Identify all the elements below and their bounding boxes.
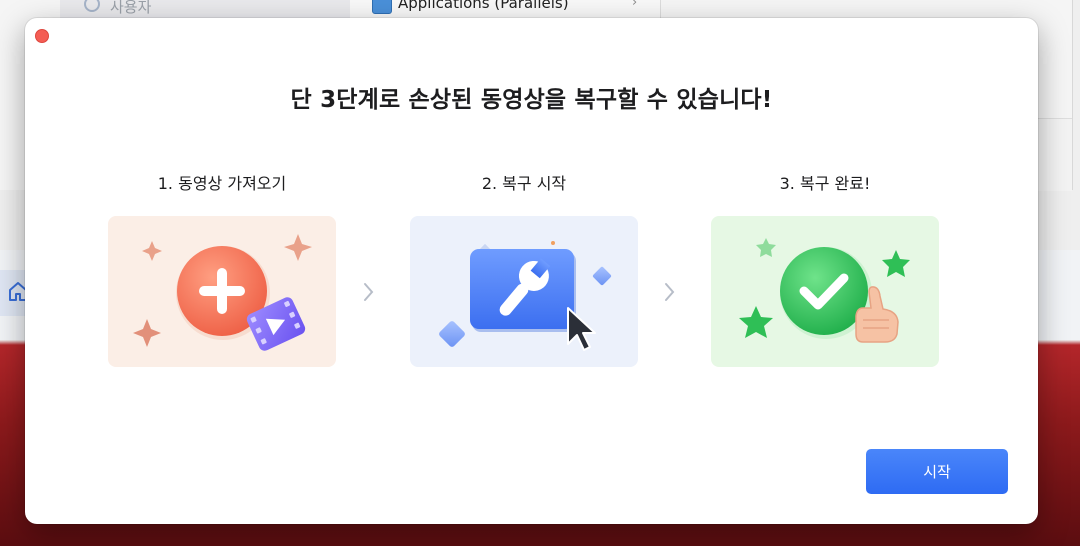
chevron-right-icon xyxy=(665,283,675,301)
close-button[interactable] xyxy=(35,29,49,43)
start-button[interactable]: 시작 xyxy=(866,449,1008,494)
step-card-complete xyxy=(711,216,939,367)
check-thumbs-up-icon xyxy=(739,238,910,343)
step-label-complete: 3. 복구 완료! xyxy=(779,174,871,193)
add-video-icon xyxy=(133,234,312,351)
repair-wrench-icon xyxy=(439,241,612,351)
dialog-title: 단 3단계로 손상된 동영상을 복구할 수 있습니다! xyxy=(290,87,773,113)
step-label-import: 1. 동영상 가져오기 xyxy=(157,174,287,193)
step-card-import xyxy=(108,216,336,367)
background-panel xyxy=(1038,118,1072,191)
parallels-app-icon xyxy=(372,0,392,14)
chevron-right-icon xyxy=(364,283,374,301)
finder-sidebar-item-user[interactable]: 사용자 xyxy=(110,0,151,17)
step-card-start-repair xyxy=(410,216,638,367)
finder-sidebar xyxy=(60,0,351,20)
step-label-start-repair: 2. 복구 시작 xyxy=(481,174,567,193)
chevron-right-icon: › xyxy=(632,0,638,10)
repair-guide-dialog: 단 3단계로 손상된 동영상을 복구할 수 있습니다! 1. 동영상 가져오기 … xyxy=(25,18,1038,524)
finder-item-applications-parallels[interactable]: Applications (Parallels) xyxy=(398,0,569,12)
home-icon[interactable] xyxy=(0,270,28,316)
